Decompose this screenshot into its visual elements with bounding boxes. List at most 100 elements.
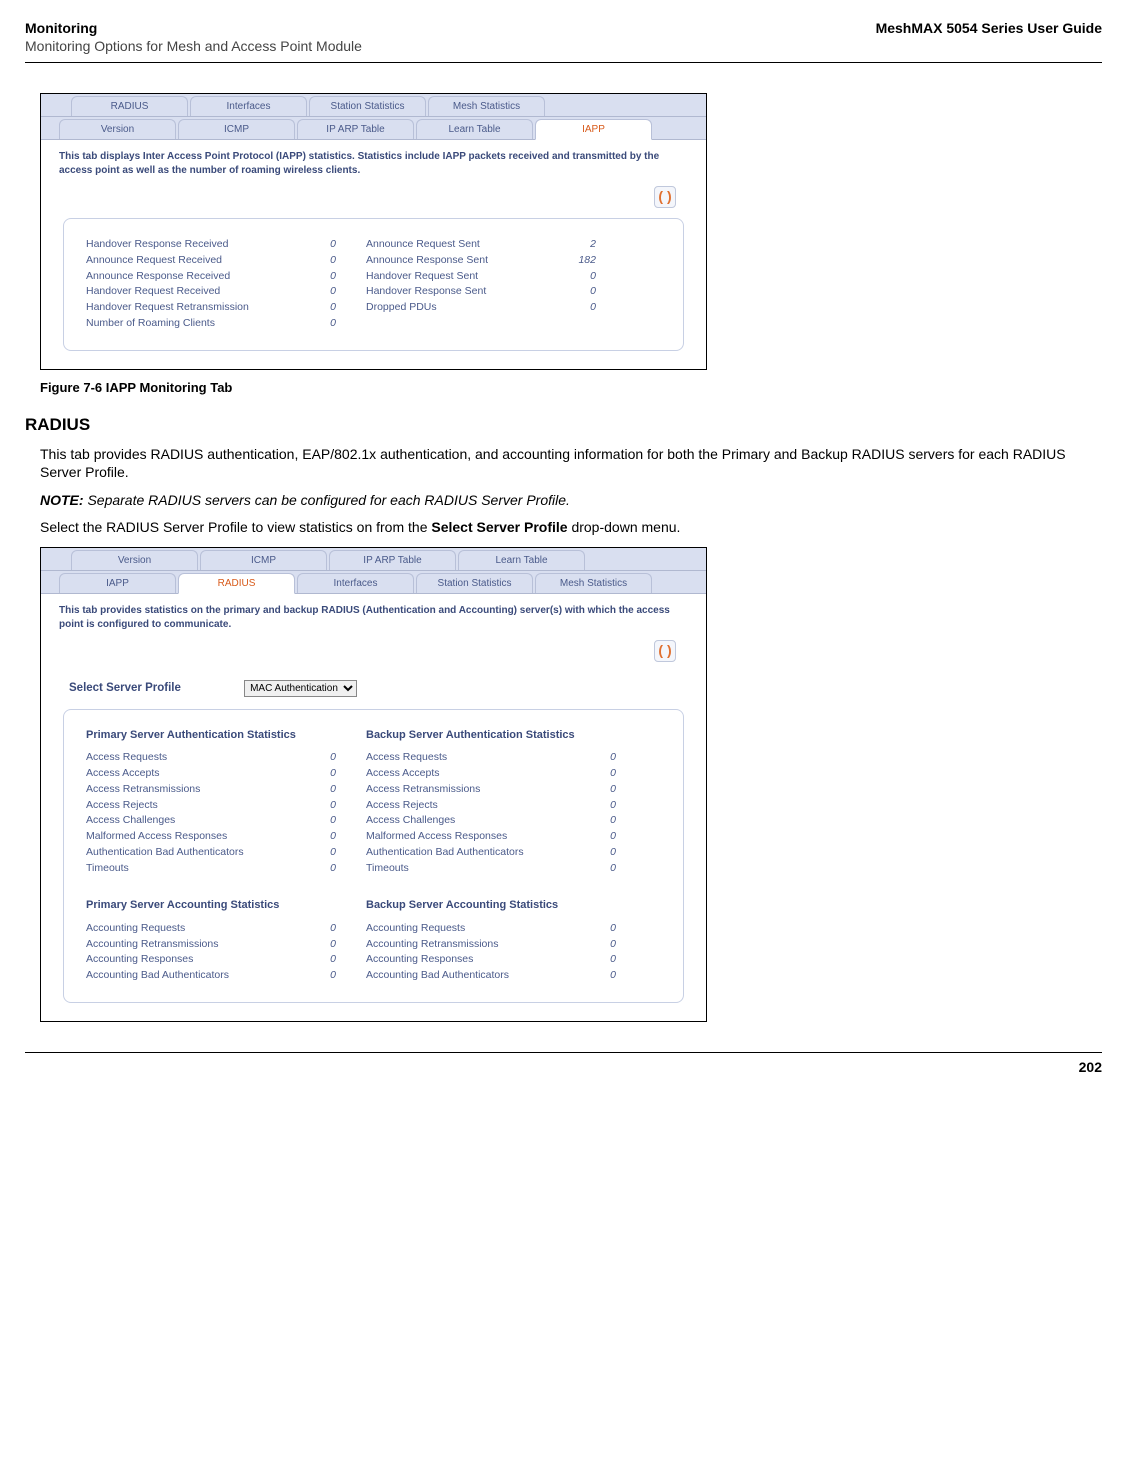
header-left-title: Monitoring — [25, 20, 97, 36]
stat-label: Accounting Requests — [366, 921, 576, 937]
radius-paragraph: This tab provides RADIUS authentication,… — [40, 445, 1102, 483]
footer-rule — [25, 1052, 1102, 1053]
tab-learn-table[interactable]: Learn Table — [458, 550, 585, 570]
stat-label: Accounting Bad Authenticators — [366, 968, 576, 984]
stat-value: 0 — [296, 968, 336, 984]
iapp-stats-box: Handover Response Received Announce Requ… — [63, 218, 684, 351]
para-text: Select the RADIUS Server Profile to view… — [40, 519, 431, 535]
stat-value: 0 — [296, 750, 336, 766]
stat-value: 0 — [296, 937, 336, 953]
backup-acct-labels: Accounting Requests Accounting Retransmi… — [366, 921, 576, 984]
stat-value: 182 — [556, 253, 596, 269]
stat-label: Handover Request Received — [86, 284, 296, 300]
stat-value: 0 — [576, 782, 616, 798]
stat-label: Announce Request Received — [86, 253, 296, 269]
stat-label: Accounting Retransmissions — [366, 937, 576, 953]
iapp-left-labels: Handover Response Received Announce Requ… — [86, 237, 296, 332]
stat-label: Dropped PDUs — [366, 300, 556, 316]
iapp-description: This tab displays Inter Access Point Pro… — [41, 140, 706, 182]
note-text: Separate RADIUS servers can be configure… — [87, 492, 569, 508]
tab-icmp[interactable]: ICMP — [178, 119, 295, 139]
stat-value: 0 — [296, 300, 336, 316]
stat-value: 0 — [576, 813, 616, 829]
stat-label: Timeouts — [86, 861, 296, 877]
stat-label: Access Accepts — [366, 766, 576, 782]
stat-value: 0 — [576, 952, 616, 968]
stat-label: Accounting Retransmissions — [86, 937, 296, 953]
stat-value: 0 — [576, 845, 616, 861]
stat-label: Malformed Access Responses — [366, 829, 576, 845]
primary-auth-labels: Access Requests Access Accepts Access Re… — [86, 750, 296, 876]
tab-icmp[interactable]: ICMP — [200, 550, 327, 570]
stat-label: Authentication Bad Authenticators — [86, 845, 296, 861]
tab-version[interactable]: Version — [59, 119, 176, 139]
iapp-screenshot: RADIUS Interfaces Station Statistics Mes… — [40, 93, 707, 370]
tab-ip-arp-table[interactable]: IP ARP Table — [329, 550, 456, 570]
radius-screenshot: Version ICMP IP ARP Table Learn Table IA… — [40, 547, 707, 1022]
stat-value: 2 — [556, 237, 596, 253]
server-profile-select[interactable]: MAC Authentication — [244, 680, 357, 697]
stat-label: Authentication Bad Authenticators — [366, 845, 576, 861]
stat-label: Accounting Bad Authenticators — [86, 968, 296, 984]
stat-label: Access Rejects — [366, 798, 576, 814]
refresh-icon[interactable]: ( ) — [654, 640, 676, 662]
tab-ip-arp-table[interactable]: IP ARP Table — [297, 119, 414, 139]
stat-value: 0 — [296, 766, 336, 782]
stat-value: 0 — [296, 798, 336, 814]
stat-label: Timeouts — [366, 861, 576, 877]
iapp-right-labels: Announce Request Sent Announce Response … — [366, 237, 556, 332]
stat-value: 0 — [576, 766, 616, 782]
tab-mesh-statistics[interactable]: Mesh Statistics — [428, 96, 545, 116]
backup-acct-vals: 0 0 0 0 — [576, 921, 646, 984]
stat-label: Handover Request Retransmission — [86, 300, 296, 316]
tab-iapp[interactable]: IAPP — [59, 573, 176, 593]
stat-value: 0 — [556, 269, 596, 285]
tab-radius[interactable]: RADIUS — [178, 573, 295, 594]
stat-label: Malformed Access Responses — [86, 829, 296, 845]
tab-mesh-statistics[interactable]: Mesh Statistics — [535, 573, 652, 593]
tab-interfaces[interactable]: Interfaces — [190, 96, 307, 116]
stat-value: 0 — [296, 813, 336, 829]
tab-version[interactable]: Version — [71, 550, 198, 570]
stat-value: 0 — [296, 829, 336, 845]
select-label: Select Server Profile — [69, 682, 181, 694]
tabs-row-bottom: IAPP RADIUS Interfaces Station Statistic… — [41, 571, 706, 594]
stat-label: Announce Response Sent — [366, 253, 556, 269]
tab-iapp[interactable]: IAPP — [535, 119, 652, 140]
stat-label: Access Challenges — [366, 813, 576, 829]
stat-label: Handover Response Received — [86, 237, 296, 253]
stat-value: 0 — [296, 845, 336, 861]
tab-station-statistics[interactable]: Station Statistics — [416, 573, 533, 593]
backup-acct-heading: Backup Server Accounting Statistics — [366, 898, 646, 912]
tab-station-statistics[interactable]: Station Statistics — [309, 96, 426, 116]
stat-value: 0 — [296, 284, 336, 300]
tab-interfaces[interactable]: Interfaces — [297, 573, 414, 593]
stat-value: 0 — [556, 284, 596, 300]
page-number: 202 — [25, 1059, 1102, 1075]
iapp-right-vals: 2 182 0 0 0 — [556, 237, 626, 332]
stat-value: 0 — [296, 861, 336, 877]
stat-label: Access Challenges — [86, 813, 296, 829]
stat-label: Handover Request Sent — [366, 269, 556, 285]
para-bold: Select Server Profile — [431, 519, 567, 535]
stat-value: 0 — [296, 253, 336, 269]
stat-value: 0 — [576, 750, 616, 766]
iapp-left-vals: 0 0 0 0 0 0 — [296, 237, 366, 332]
stat-value: 0 — [296, 269, 336, 285]
backup-auth-vals: 0 0 0 0 0 0 0 0 — [576, 750, 646, 876]
radius-paragraph-2: Select the RADIUS Server Profile to view… — [40, 518, 1102, 537]
stat-label: Accounting Responses — [86, 952, 296, 968]
stat-value: 0 — [296, 921, 336, 937]
radius-heading: RADIUS — [25, 415, 1102, 435]
tabs-row-bottom: Version ICMP IP ARP Table Learn Table IA… — [41, 117, 706, 140]
tabs-row-top: RADIUS Interfaces Station Statistics Mes… — [41, 94, 706, 117]
refresh-icon[interactable]: ( ) — [654, 186, 676, 208]
stat-label: Access Requests — [366, 750, 576, 766]
backup-auth-heading: Backup Server Authentication Statistics — [366, 728, 646, 742]
stat-value: 0 — [576, 861, 616, 877]
header-rule — [25, 62, 1102, 63]
backup-auth-labels: Access Requests Access Accepts Access Re… — [366, 750, 576, 876]
tab-learn-table[interactable]: Learn Table — [416, 119, 533, 139]
stat-value: 0 — [576, 968, 616, 984]
tab-radius[interactable]: RADIUS — [71, 96, 188, 116]
